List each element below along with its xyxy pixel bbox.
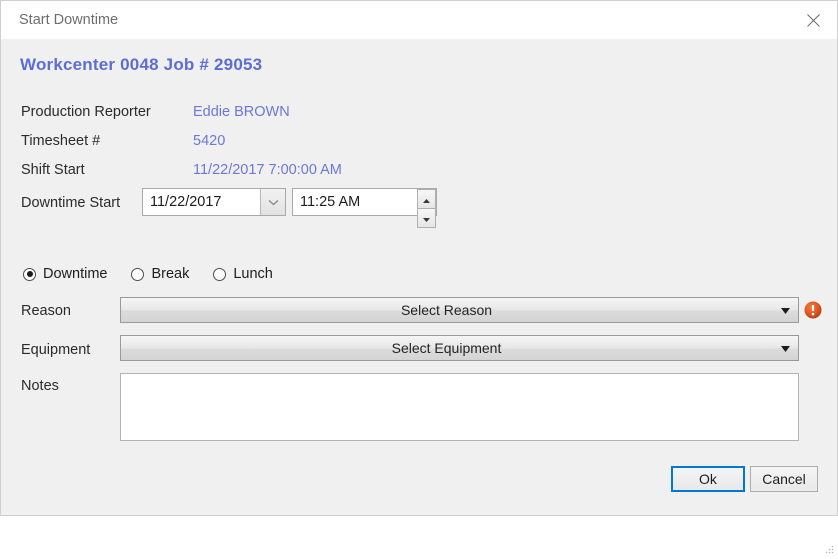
reason-label: Reason bbox=[21, 303, 71, 319]
page-title: Workcenter 0048 Job # 29053 bbox=[20, 55, 263, 74]
spinner-up-icon bbox=[423, 190, 430, 208]
reason-select[interactable]: Select Reason bbox=[120, 297, 799, 323]
title-bar: Start Downtime bbox=[1, 1, 837, 40]
radio-option-break[interactable]: Break bbox=[131, 266, 189, 282]
downtime-start-date-value: 11/22/2017 bbox=[150, 194, 222, 210]
error-exclamation-icon bbox=[804, 301, 822, 323]
equipment-select[interactable]: Select Equipment bbox=[120, 335, 799, 361]
reason-select-value: Select Reason bbox=[400, 302, 493, 318]
equipment-label: Equipment bbox=[21, 342, 91, 358]
radio-option-lunch-label: Lunch bbox=[233, 266, 273, 282]
downtime-type-radio-group: Downtime Break Lunch bbox=[23, 263, 297, 285]
equipment-dropdown-arrow[interactable] bbox=[772, 339, 798, 357]
time-spinner-down-button[interactable] bbox=[417, 209, 436, 228]
radio-option-break-label: Break bbox=[151, 266, 190, 282]
equipment-select-value: Select Equipment bbox=[391, 340, 502, 356]
time-spinner-up-button[interactable] bbox=[417, 189, 436, 209]
downtime-start-time-value: 11:25 AM bbox=[300, 194, 361, 210]
dialog-body: Workcenter 0048 Job # 29053 Production R… bbox=[1, 39, 837, 554]
shift-start-value: 11/22/2017 7:00:00 AM bbox=[193, 162, 342, 178]
timesheet-number-value: 5420 bbox=[193, 133, 226, 149]
radio-unselected-icon bbox=[213, 267, 227, 281]
radio-option-downtime[interactable]: Downtime bbox=[23, 266, 107, 282]
radio-option-lunch[interactable]: Lunch bbox=[213, 266, 273, 282]
resize-grip-icon[interactable] bbox=[825, 541, 834, 554]
start-downtime-dialog: Start Downtime Workcenter 0048 Job # 290… bbox=[0, 0, 838, 554]
time-spinner[interactable] bbox=[416, 189, 436, 228]
reason-error-badge[interactable] bbox=[804, 301, 822, 319]
date-dropdown-button[interactable] bbox=[260, 189, 285, 215]
close-button[interactable] bbox=[790, 1, 837, 39]
timesheet-number-label: Timesheet # bbox=[21, 133, 101, 149]
radio-selected-icon bbox=[23, 267, 36, 281]
reason-dropdown-arrow[interactable] bbox=[772, 301, 798, 319]
cancel-button[interactable]: Cancel bbox=[750, 466, 818, 492]
radio-unselected-icon bbox=[131, 267, 145, 281]
spinner-down-icon bbox=[423, 209, 430, 227]
downtime-start-date-picker[interactable]: 11/22/2017 bbox=[142, 188, 286, 216]
downtime-start-label: Downtime Start bbox=[21, 195, 121, 211]
notes-textarea[interactable] bbox=[120, 373, 799, 441]
window-title: Start Downtime bbox=[19, 12, 119, 28]
chevron-down-icon bbox=[268, 193, 279, 211]
dropdown-arrow-icon bbox=[780, 301, 790, 319]
notes-label: Notes bbox=[21, 378, 59, 394]
downtime-start-time-field[interactable]: 11:25 AM bbox=[292, 188, 437, 228]
close-icon bbox=[807, 13, 820, 27]
ok-button[interactable]: Ok bbox=[671, 466, 745, 492]
dropdown-arrow-icon bbox=[780, 339, 790, 357]
radio-option-downtime-label: Downtime bbox=[43, 266, 108, 282]
shift-start-label: Shift Start bbox=[21, 162, 85, 178]
production-reporter-value: Eddie BROWN bbox=[193, 104, 290, 120]
production-reporter-label: Production Reporter bbox=[21, 104, 151, 120]
